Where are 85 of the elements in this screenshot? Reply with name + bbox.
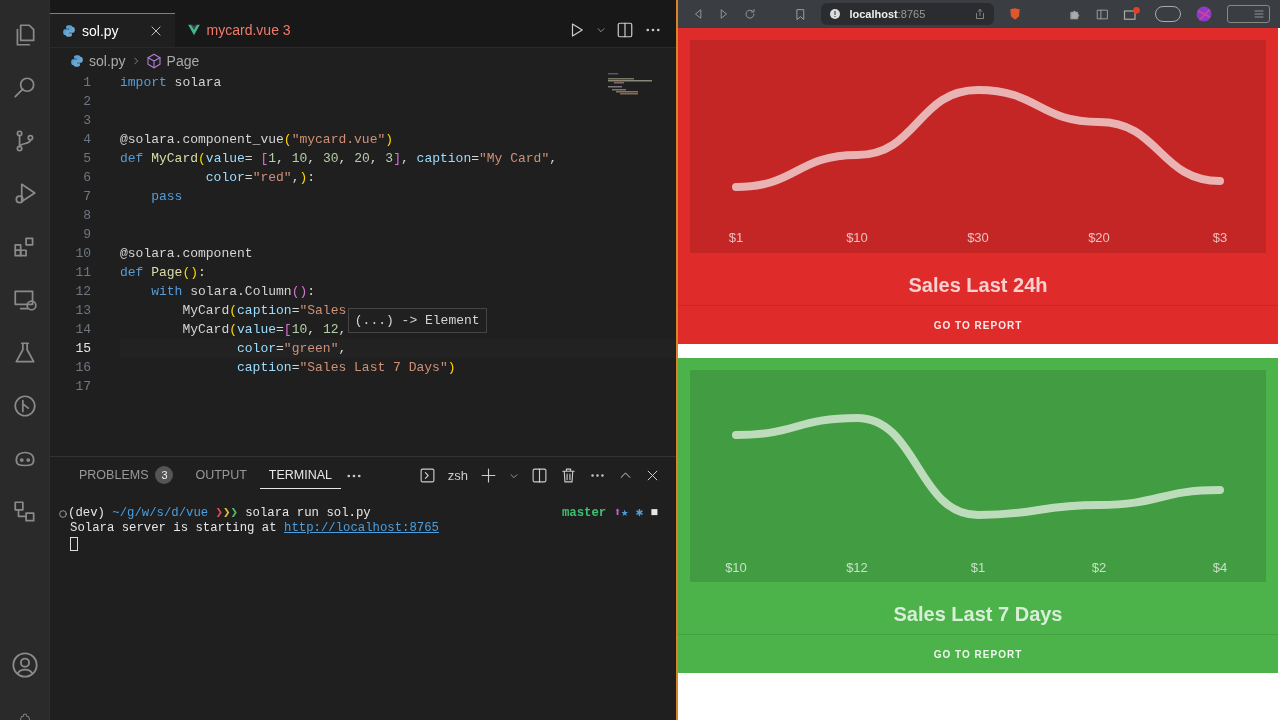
axis-label: $30	[967, 230, 989, 245]
account-icon[interactable]	[10, 651, 39, 679]
code-line: with solara.Column():	[150, 283, 316, 301]
share-icon[interactable]	[973, 8, 986, 20]
code-line: @solara.component	[120, 245, 253, 263]
line-number: 3	[82, 112, 91, 130]
profile-icon[interactable]	[1194, 5, 1213, 23]
split-editor-icon[interactable]	[616, 21, 634, 39]
line-number: 2	[82, 93, 91, 111]
reload-icon[interactable]	[744, 8, 756, 20]
trash-icon[interactable]	[560, 467, 577, 484]
remote-explorer-icon[interactable]	[11, 287, 38, 313]
hover-tooltip: (...) -> Element	[347, 308, 487, 333]
close-icon[interactable]	[148, 23, 163, 38]
menu-button[interactable]	[1226, 5, 1270, 23]
code-line: def Page():	[120, 264, 206, 282]
terminal-line: Solara server is starting at http://localhost:8765	[70, 521, 439, 536]
vue-icon	[186, 23, 201, 37]
line-number: 8	[82, 207, 91, 225]
report-button[interactable]: GO TO REPORT	[925, 313, 1031, 337]
code-line: import solara	[120, 74, 222, 92]
line-number: 16	[74, 359, 91, 377]
address-field[interactable]: localhost:8765	[821, 3, 994, 25]
forward-icon[interactable]	[718, 8, 730, 20]
breadcrumb-item[interactable]: sol.py	[89, 52, 126, 69]
axis-label: $12	[846, 560, 868, 575]
axis-label: $3	[1212, 230, 1228, 245]
code-line: @solara.component_vue("mycard.vue")	[120, 131, 394, 149]
plus-icon[interactable]	[480, 467, 497, 484]
line-number: 10	[74, 245, 91, 263]
back-icon[interactable]	[692, 8, 704, 20]
axis-label: $1	[970, 560, 986, 575]
card-title: Sales Last 24h	[908, 273, 1048, 297]
line-number: 17	[74, 378, 91, 396]
panel-tab[interactable]: TERMINAL	[259, 462, 342, 489]
line-number: 12	[74, 283, 91, 301]
cursor-icon	[70, 536, 78, 551]
terminal-line: (dev) ~/g/w/s/d/vue ❯❯❯ solara run sol.py	[68, 506, 371, 521]
line-number: 9	[82, 226, 91, 244]
branch-circle-icon[interactable]	[11, 393, 38, 419]
breadcrumb-item[interactable]: Page	[166, 52, 200, 69]
nodes-icon[interactable]	[11, 499, 38, 525]
axis-label: $1	[728, 230, 744, 245]
line-number: 13	[74, 302, 91, 320]
line-number: 4	[82, 131, 91, 149]
code-line: MyCard(caption="Sales	[181, 302, 347, 320]
info-icon	[829, 8, 842, 20]
line-number: 15	[74, 340, 91, 358]
code-line: caption="Sales Last 7 Days")	[236, 359, 456, 377]
menu-icon	[1253, 8, 1265, 20]
minimap-drawing	[608, 73, 654, 97]
code-line: pass	[150, 188, 183, 206]
shell-label[interactable]: zsh	[447, 468, 468, 483]
line-number: 11	[74, 264, 91, 282]
axis-label: $2	[1091, 560, 1107, 575]
code-line: def MyCard(value= [1, 10, 30, 20, 3], caption="My Card",	[120, 150, 558, 168]
close-icon[interactable]	[645, 468, 660, 483]
line-number: 6	[82, 169, 91, 187]
card-title: Sales Last 7 Days	[893, 602, 1063, 626]
chevron-down-icon[interactable]	[596, 25, 606, 35]
panel-tab[interactable]: OUTPUT	[186, 462, 256, 489]
line-number: 5	[82, 150, 91, 168]
terminal-icon[interactable]	[418, 467, 436, 484]
wallet-icon[interactable]	[1123, 6, 1141, 22]
sidebar-icon[interactable]	[1096, 7, 1109, 21]
axis-label: $10	[725, 560, 747, 575]
prompt-circle-icon	[58, 508, 68, 519]
axis-label: $4	[1212, 560, 1228, 575]
axis-label: $20	[1088, 230, 1110, 245]
shield-icon[interactable]	[1007, 7, 1022, 21]
python-icon	[62, 23, 76, 38]
git-status: master ⬆★ ✱ ■	[561, 506, 659, 521]
line-number: 14	[74, 321, 91, 339]
count-badge: 3	[155, 466, 174, 484]
panel-tab[interactable]: PROBLEMS 3	[70, 460, 183, 491]
code-line: color="green",	[236, 340, 347, 358]
cube-icon	[145, 52, 162, 69]
code-line: color="red",):	[204, 169, 316, 187]
python-icon	[70, 53, 84, 68]
code-line: MyCard(value=[10, 12,	[181, 321, 347, 339]
editor-tab[interactable]: sol.py	[50, 13, 175, 47]
axis-label: $10	[846, 230, 868, 245]
line-number: 7	[82, 188, 91, 206]
line-number: 1	[82, 74, 91, 92]
split-terminal-icon[interactable]	[531, 467, 548, 484]
